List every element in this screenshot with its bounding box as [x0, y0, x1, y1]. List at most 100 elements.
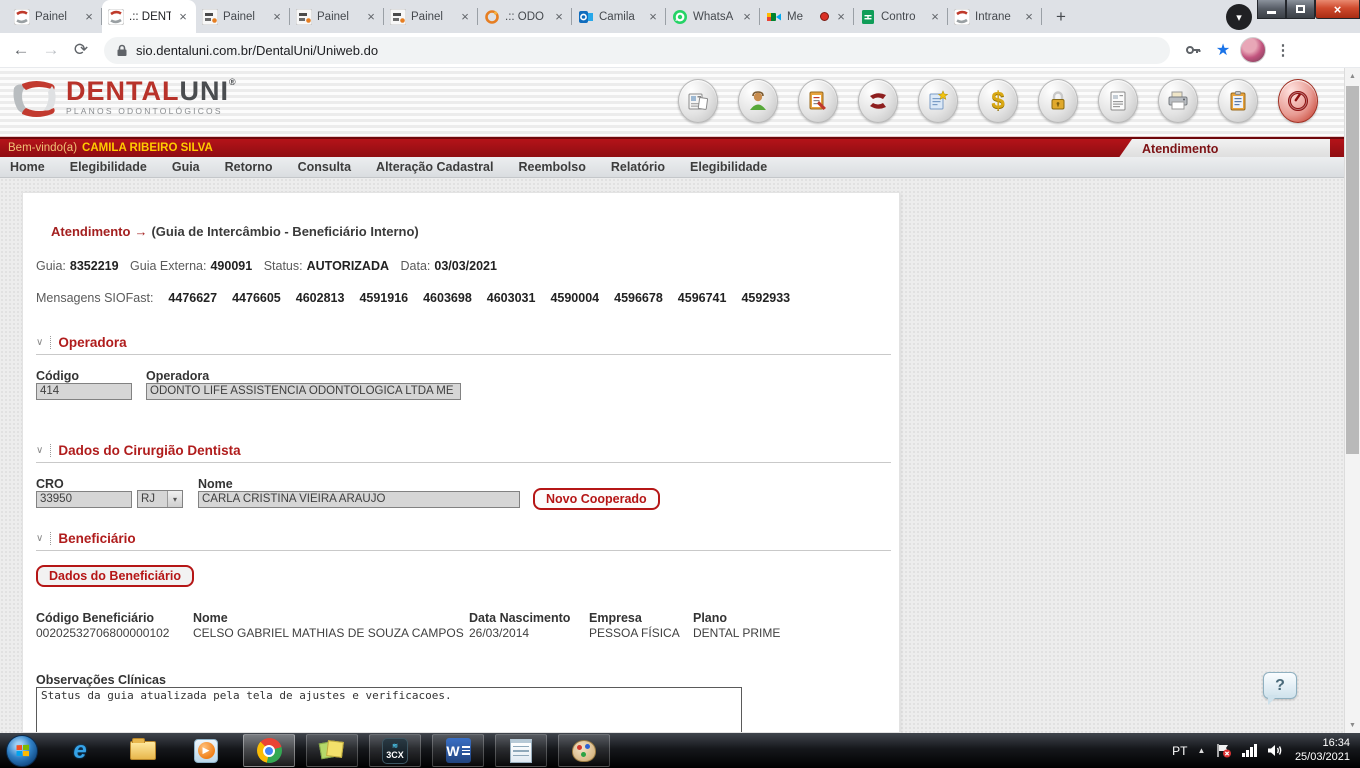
financial-button[interactable]: $ [978, 79, 1018, 123]
tab-meet[interactable]: Me × [760, 0, 854, 33]
collapse-chevron-icon[interactable]: ∨ [36, 337, 43, 348]
nav-relatorio[interactable]: Relatório [611, 160, 665, 174]
tab-close-icon[interactable]: × [270, 9, 284, 24]
tab-painel-2[interactable]: Painel × [196, 0, 290, 33]
tab-painel-4[interactable]: Painel × [384, 0, 478, 33]
taskbar-file-explorer[interactable] [117, 734, 169, 767]
word-icon: W [445, 738, 471, 763]
action-center-flag-icon[interactable] [1215, 743, 1232, 758]
taskbar-paint[interactable] [558, 734, 610, 767]
observacoes-textarea[interactable]: Status da guia atualizada pela tela de a… [36, 687, 742, 732]
novo-cooperado-button[interactable]: Novo Cooperado [533, 488, 660, 510]
taskbar-clock[interactable]: 16:34 25/03/2021 [1295, 737, 1350, 764]
scrollbar-thumb[interactable] [1346, 86, 1359, 454]
network-signal-icon[interactable] [1242, 744, 1257, 757]
reports-button[interactable] [678, 79, 718, 123]
attendant-button[interactable] [738, 79, 778, 123]
password-key-icon[interactable] [1180, 37, 1206, 63]
nav-consulta[interactable]: Consulta [298, 160, 351, 174]
section-beneficiario-header[interactable]: ∨ Beneficiário [36, 531, 136, 546]
collapse-chevron-icon[interactable]: ∨ [36, 533, 43, 544]
taskbar-3cx[interactable]: ≋ 3CX [369, 734, 421, 767]
module-tab-atendimento[interactable]: Atendimento [1118, 139, 1330, 159]
taskbar-media-player[interactable]: ▶ [180, 734, 232, 767]
restore-button[interactable] [1286, 0, 1315, 19]
nav-reembolso[interactable]: Reembolso [518, 160, 585, 174]
scroll-up-icon[interactable]: ▲ [1345, 68, 1360, 84]
browser-menu-icon[interactable]: ⋮ [1270, 37, 1296, 63]
tab-close-icon[interactable]: × [740, 9, 754, 24]
dados-beneficiario-button[interactable]: Dados do Beneficiário [36, 565, 194, 587]
dentaluni-tooth-button[interactable] [858, 79, 898, 123]
tab-close-icon[interactable]: × [458, 9, 472, 24]
security-button[interactable] [1038, 79, 1078, 123]
taskbar-word[interactable]: W [432, 734, 484, 767]
forward-button[interactable]: → [38, 37, 64, 63]
tab-intranet[interactable]: Intrane × [948, 0, 1042, 33]
web-page: DENTALUNI® PLANOS ODONTOLÓGICOS $ Bem-vi… [0, 68, 1360, 733]
tab-painel-1[interactable]: Painel × [8, 0, 102, 33]
minimize-button[interactable] [1257, 0, 1286, 19]
tab-close-icon[interactable]: × [928, 9, 942, 24]
hidden-icons-arrow[interactable]: ▲ [1198, 746, 1206, 755]
taskbar-notepad[interactable] [495, 734, 547, 767]
question-icon: ? [1275, 676, 1285, 694]
recording-indicator-icon [820, 12, 829, 21]
tab-sheets[interactable]: Contro × [854, 0, 948, 33]
tab-close-icon[interactable]: × [834, 9, 848, 24]
language-indicator[interactable]: PT [1172, 744, 1187, 758]
nav-elegibilidade-2[interactable]: Elegibilidade [690, 160, 767, 174]
beneficiario-empresa-column: Empresa PESSOA FÍSICA [589, 611, 680, 640]
back-button[interactable]: ← [8, 37, 34, 63]
profile-avatar[interactable] [1240, 37, 1266, 63]
new-note-button[interactable] [918, 79, 958, 123]
tab-odo[interactable]: .:: ODO × [478, 0, 572, 33]
nav-retorno[interactable]: Retorno [225, 160, 273, 174]
tab-dentaluni-active[interactable]: .:: DENT × [102, 0, 196, 33]
nav-home[interactable]: Home [10, 160, 45, 174]
tab-close-icon[interactable]: × [552, 9, 566, 24]
document-button[interactable] [1098, 79, 1138, 123]
clock-time: 16:34 [1322, 737, 1350, 749]
tab-close-icon[interactable]: × [1022, 9, 1036, 24]
nav-guia[interactable]: Guia [172, 160, 200, 174]
page-scrollbar[interactable]: ▲ ▼ [1344, 68, 1360, 733]
taskbar-chrome-active[interactable] [243, 734, 295, 767]
tab-close-icon[interactable]: × [364, 9, 378, 24]
tab-close-icon[interactable]: × [82, 9, 96, 24]
dentaluni-logo: DENTALUNI® PLANOS ODONTOLÓGICOS [8, 78, 237, 120]
bookmark-star-icon[interactable]: ★ [1210, 37, 1236, 63]
tab-outlook[interactable]: Camila × [572, 0, 666, 33]
tab-close-icon[interactable]: × [176, 9, 190, 24]
tab-whatsapp[interactable]: WhatsA × [666, 0, 760, 33]
nav-elegibilidade[interactable]: Elegibilidade [70, 160, 147, 174]
media-controls-button[interactable]: ▾ [1226, 4, 1252, 30]
start-button[interactable] [6, 734, 38, 767]
address-bar[interactable]: sio.dentaluni.com.br/DentalUni/Uniweb.do [104, 36, 1170, 64]
print-button[interactable] [1158, 79, 1198, 123]
reload-button[interactable]: ⟳ [68, 37, 94, 63]
help-button[interactable]: ? [1263, 672, 1297, 705]
new-tab-button[interactable]: + [1048, 4, 1074, 30]
taskbar-sticky-notes[interactable] [306, 734, 358, 767]
taskbar-internet-explorer[interactable]: e [54, 734, 106, 767]
uf-select: RJ ▾ [137, 490, 183, 508]
lock-icon[interactable] [116, 44, 128, 57]
volume-icon[interactable] [1267, 743, 1285, 758]
scroll-down-icon[interactable]: ▼ [1345, 717, 1360, 733]
section-dentista-header[interactable]: ∨ Dados do Cirurgião Dentista [36, 443, 241, 458]
tab-close-icon[interactable]: × [646, 9, 660, 24]
guide-register-button[interactable] [798, 79, 838, 123]
nav-alteracao-cadastral[interactable]: Alteração Cadastral [376, 160, 493, 174]
collapse-chevron-icon[interactable]: ∨ [36, 445, 43, 456]
logo-text-uni: UNI [179, 76, 229, 106]
url-text[interactable]: sio.dentaluni.com.br/DentalUni/Uniweb.do [136, 43, 378, 58]
clipboard-button[interactable] [1218, 79, 1258, 123]
close-button[interactable]: × [1315, 0, 1360, 19]
logout-button[interactable] [1278, 79, 1318, 123]
tab-painel-3[interactable]: Painel × [290, 0, 384, 33]
system-tray: PT ▲ 16:34 25/03/2021 [1172, 737, 1360, 764]
section-operadora-header[interactable]: ∨ Operadora [36, 335, 127, 350]
beneficiario-nascimento-column: Data Nascimento 26/03/2014 [469, 611, 570, 640]
col-label: Plano [693, 611, 728, 625]
